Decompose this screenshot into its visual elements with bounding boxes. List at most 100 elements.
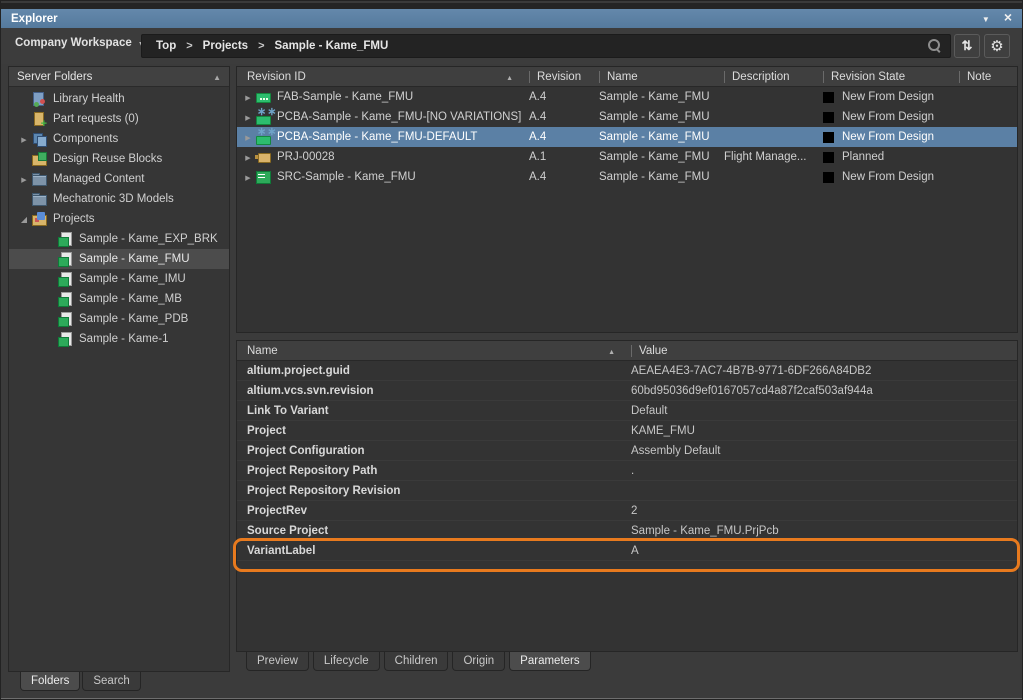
- tab-lifecycle[interactable]: Lifecycle: [313, 652, 380, 671]
- column-header-note[interactable]: Note: [951, 67, 1017, 86]
- breadcrumb-item-projects[interactable]: Projects: [197, 40, 254, 52]
- table-row-prj[interactable]: PRJ-00028 A.1 Sample - Kame_FMU Flight M…: [237, 147, 1017, 167]
- sidebar-item-sample-kame-fmu[interactable]: Sample - Kame_FMU: [9, 249, 229, 269]
- sidebar-item-design-reuse-blocks[interactable]: Design Reuse Blocks: [9, 149, 229, 169]
- search-icon[interactable]: [928, 39, 942, 53]
- sort-ascending-icon: [608, 345, 615, 357]
- param-name: Project Repository Revision: [237, 481, 623, 500]
- column-header-param-name[interactable]: Name: [237, 341, 623, 360]
- collapse-up-icon[interactable]: [213, 71, 221, 83]
- project-item-icon: [57, 291, 73, 307]
- breadcrumb-item-top[interactable]: Top: [150, 40, 182, 52]
- sidebar-item-library-health[interactable]: Library Health: [9, 89, 229, 109]
- param-name: altium.vcs.svn.revision: [237, 381, 623, 400]
- expand-collapsed-icon[interactable]: [241, 151, 255, 163]
- column-header-revision[interactable]: Revision: [521, 67, 591, 86]
- note: [951, 147, 1017, 167]
- column-header-name[interactable]: Name: [591, 67, 716, 86]
- expand-collapsed-icon[interactable]: [17, 173, 31, 185]
- param-row-link-to-variant[interactable]: Link To Variant Default: [237, 401, 1017, 421]
- param-name: Project: [237, 421, 623, 440]
- table-row-pcba-default-selected[interactable]: PCBA-Sample - Kame_FMU-DEFAULT A.4 Sampl…: [237, 127, 1017, 147]
- tab-origin[interactable]: Origin: [452, 652, 505, 671]
- table-row-src[interactable]: SRC-Sample - Kame_FMU A.4 Sample - Kame_…: [237, 167, 1017, 187]
- sidebar-item-sample-kame-1[interactable]: Sample - Kame-1: [9, 329, 229, 349]
- revision-state: New From Design: [842, 171, 934, 183]
- param-row-svn-revision[interactable]: altium.vcs.svn.revision 60bd95036d9ef016…: [237, 381, 1017, 401]
- column-header-param-value[interactable]: Value: [623, 341, 1017, 360]
- revision-id: PRJ-00028: [277, 151, 335, 163]
- param-row-project-repository-path[interactable]: Project Repository Path .: [237, 461, 1017, 481]
- table-row-pcba-no-variations[interactable]: PCBA-Sample - Kame_FMU-[NO VARIATIONS] A…: [237, 107, 1017, 127]
- column-header-revision-id[interactable]: Revision ID: [237, 67, 521, 86]
- param-name: VariantLabel: [237, 541, 623, 560]
- fabrication-icon: [255, 89, 271, 105]
- tree-item-label: Part requests (0): [53, 113, 139, 125]
- state-color-swatch: [823, 92, 834, 103]
- column-header-description[interactable]: Description: [716, 67, 815, 86]
- workspace-label: Company Workspace: [15, 37, 132, 49]
- column-label: Revision ID: [247, 71, 306, 83]
- param-name: Link To Variant: [237, 401, 623, 420]
- tab-search[interactable]: Search: [82, 672, 140, 691]
- description: [716, 127, 815, 147]
- source-icon: [255, 169, 271, 185]
- expand-collapsed-icon[interactable]: [241, 111, 255, 123]
- param-value: .: [623, 461, 1017, 480]
- param-name: Project Repository Path: [237, 461, 623, 480]
- column-header-revision-state[interactable]: Revision State: [815, 67, 951, 86]
- revision-id: PCBA-Sample - Kame_FMU-DEFAULT: [277, 131, 477, 143]
- parameters-table-header: Name Value: [237, 341, 1017, 361]
- tab-children[interactable]: Children: [384, 652, 449, 671]
- sidebar-item-sample-kame-exp-brk[interactable]: Sample - Kame_EXP_BRK: [9, 229, 229, 249]
- part-requests-icon: [31, 111, 47, 127]
- sidebar-item-sample-kame-mb[interactable]: Sample - Kame_MB: [9, 289, 229, 309]
- param-row-project-configuration[interactable]: Project Configuration Assembly Default: [237, 441, 1017, 461]
- tab-parameters[interactable]: Parameters: [509, 652, 590, 671]
- sidebar-item-mechatronic-3d-models[interactable]: Mechatronic 3D Models: [9, 189, 229, 209]
- param-row-variantlabel[interactable]: VariantLabel A: [237, 541, 1017, 561]
- sync-button[interactable]: [954, 34, 980, 58]
- server-folders-header[interactable]: Server Folders: [9, 67, 229, 87]
- tree-item-label: Sample - Kame_EXP_BRK: [79, 233, 218, 245]
- breadcrumb-item-current[interactable]: Sample - Kame_FMU: [269, 40, 395, 52]
- tree-item-label: Sample - Kame_FMU: [79, 253, 190, 265]
- sidebar-item-sample-kame-imu[interactable]: Sample - Kame_IMU: [9, 269, 229, 289]
- param-row-projectrev[interactable]: ProjectRev 2: [237, 501, 1017, 521]
- tree-item-label: Managed Content: [53, 173, 144, 185]
- expand-collapsed-icon[interactable]: [17, 133, 31, 145]
- revisions-table: Revision ID Revision Name Description Re…: [236, 66, 1018, 333]
- toolbar: Company Workspace Top > Projects > Sampl…: [1, 28, 1022, 64]
- sidebar-item-projects[interactable]: Projects: [9, 209, 229, 229]
- project-item-icon: [57, 331, 73, 347]
- panel-menu-caret-icon[interactable]: [982, 13, 990, 25]
- folder-tree: Library Health Part requests (0) Compone…: [9, 87, 229, 349]
- sidebar-item-managed-content[interactable]: Managed Content: [9, 169, 229, 189]
- tab-folders[interactable]: Folders: [20, 672, 80, 691]
- settings-button[interactable]: [984, 34, 1010, 58]
- param-row-project-guid[interactable]: altium.project.guid AEAEA4E3-7AC7-4B7B-9…: [237, 361, 1017, 381]
- param-name: Source Project: [237, 521, 623, 540]
- revision: A.4: [521, 107, 591, 127]
- sidebar-item-components[interactable]: Components: [9, 129, 229, 149]
- tab-preview[interactable]: Preview: [246, 652, 309, 671]
- workspace-selector[interactable]: Company Workspace: [15, 37, 145, 49]
- expand-collapsed-icon[interactable]: [241, 91, 255, 103]
- param-row-source-project[interactable]: Source Project Sample - Kame_FMU.PrjPcb: [237, 521, 1017, 541]
- revisions-table-header: Revision ID Revision Name Description Re…: [237, 67, 1017, 87]
- close-icon[interactable]: [1004, 12, 1012, 25]
- parameters-table: Name Value altium.project.guid AEAEA4E3-…: [236, 340, 1018, 652]
- expand-expanded-icon[interactable]: [17, 213, 31, 225]
- name: Sample - Kame_FMU: [591, 147, 716, 167]
- tree-item-label: Sample - Kame_PDB: [79, 313, 188, 325]
- state-color-swatch: [823, 152, 834, 163]
- table-row-fab[interactable]: FAB-Sample - Kame_FMU A.4 Sample - Kame_…: [237, 87, 1017, 107]
- sidebar-item-sample-kame-pdb[interactable]: Sample - Kame_PDB: [9, 309, 229, 329]
- server-folders-title: Server Folders: [17, 71, 92, 83]
- param-row-project[interactable]: Project KAME_FMU: [237, 421, 1017, 441]
- note: [951, 107, 1017, 127]
- param-row-project-repository-revision[interactable]: Project Repository Revision: [237, 481, 1017, 501]
- expand-collapsed-icon[interactable]: [241, 171, 255, 183]
- expand-collapsed-icon[interactable]: [241, 131, 255, 143]
- sidebar-item-part-requests[interactable]: Part requests (0): [9, 109, 229, 129]
